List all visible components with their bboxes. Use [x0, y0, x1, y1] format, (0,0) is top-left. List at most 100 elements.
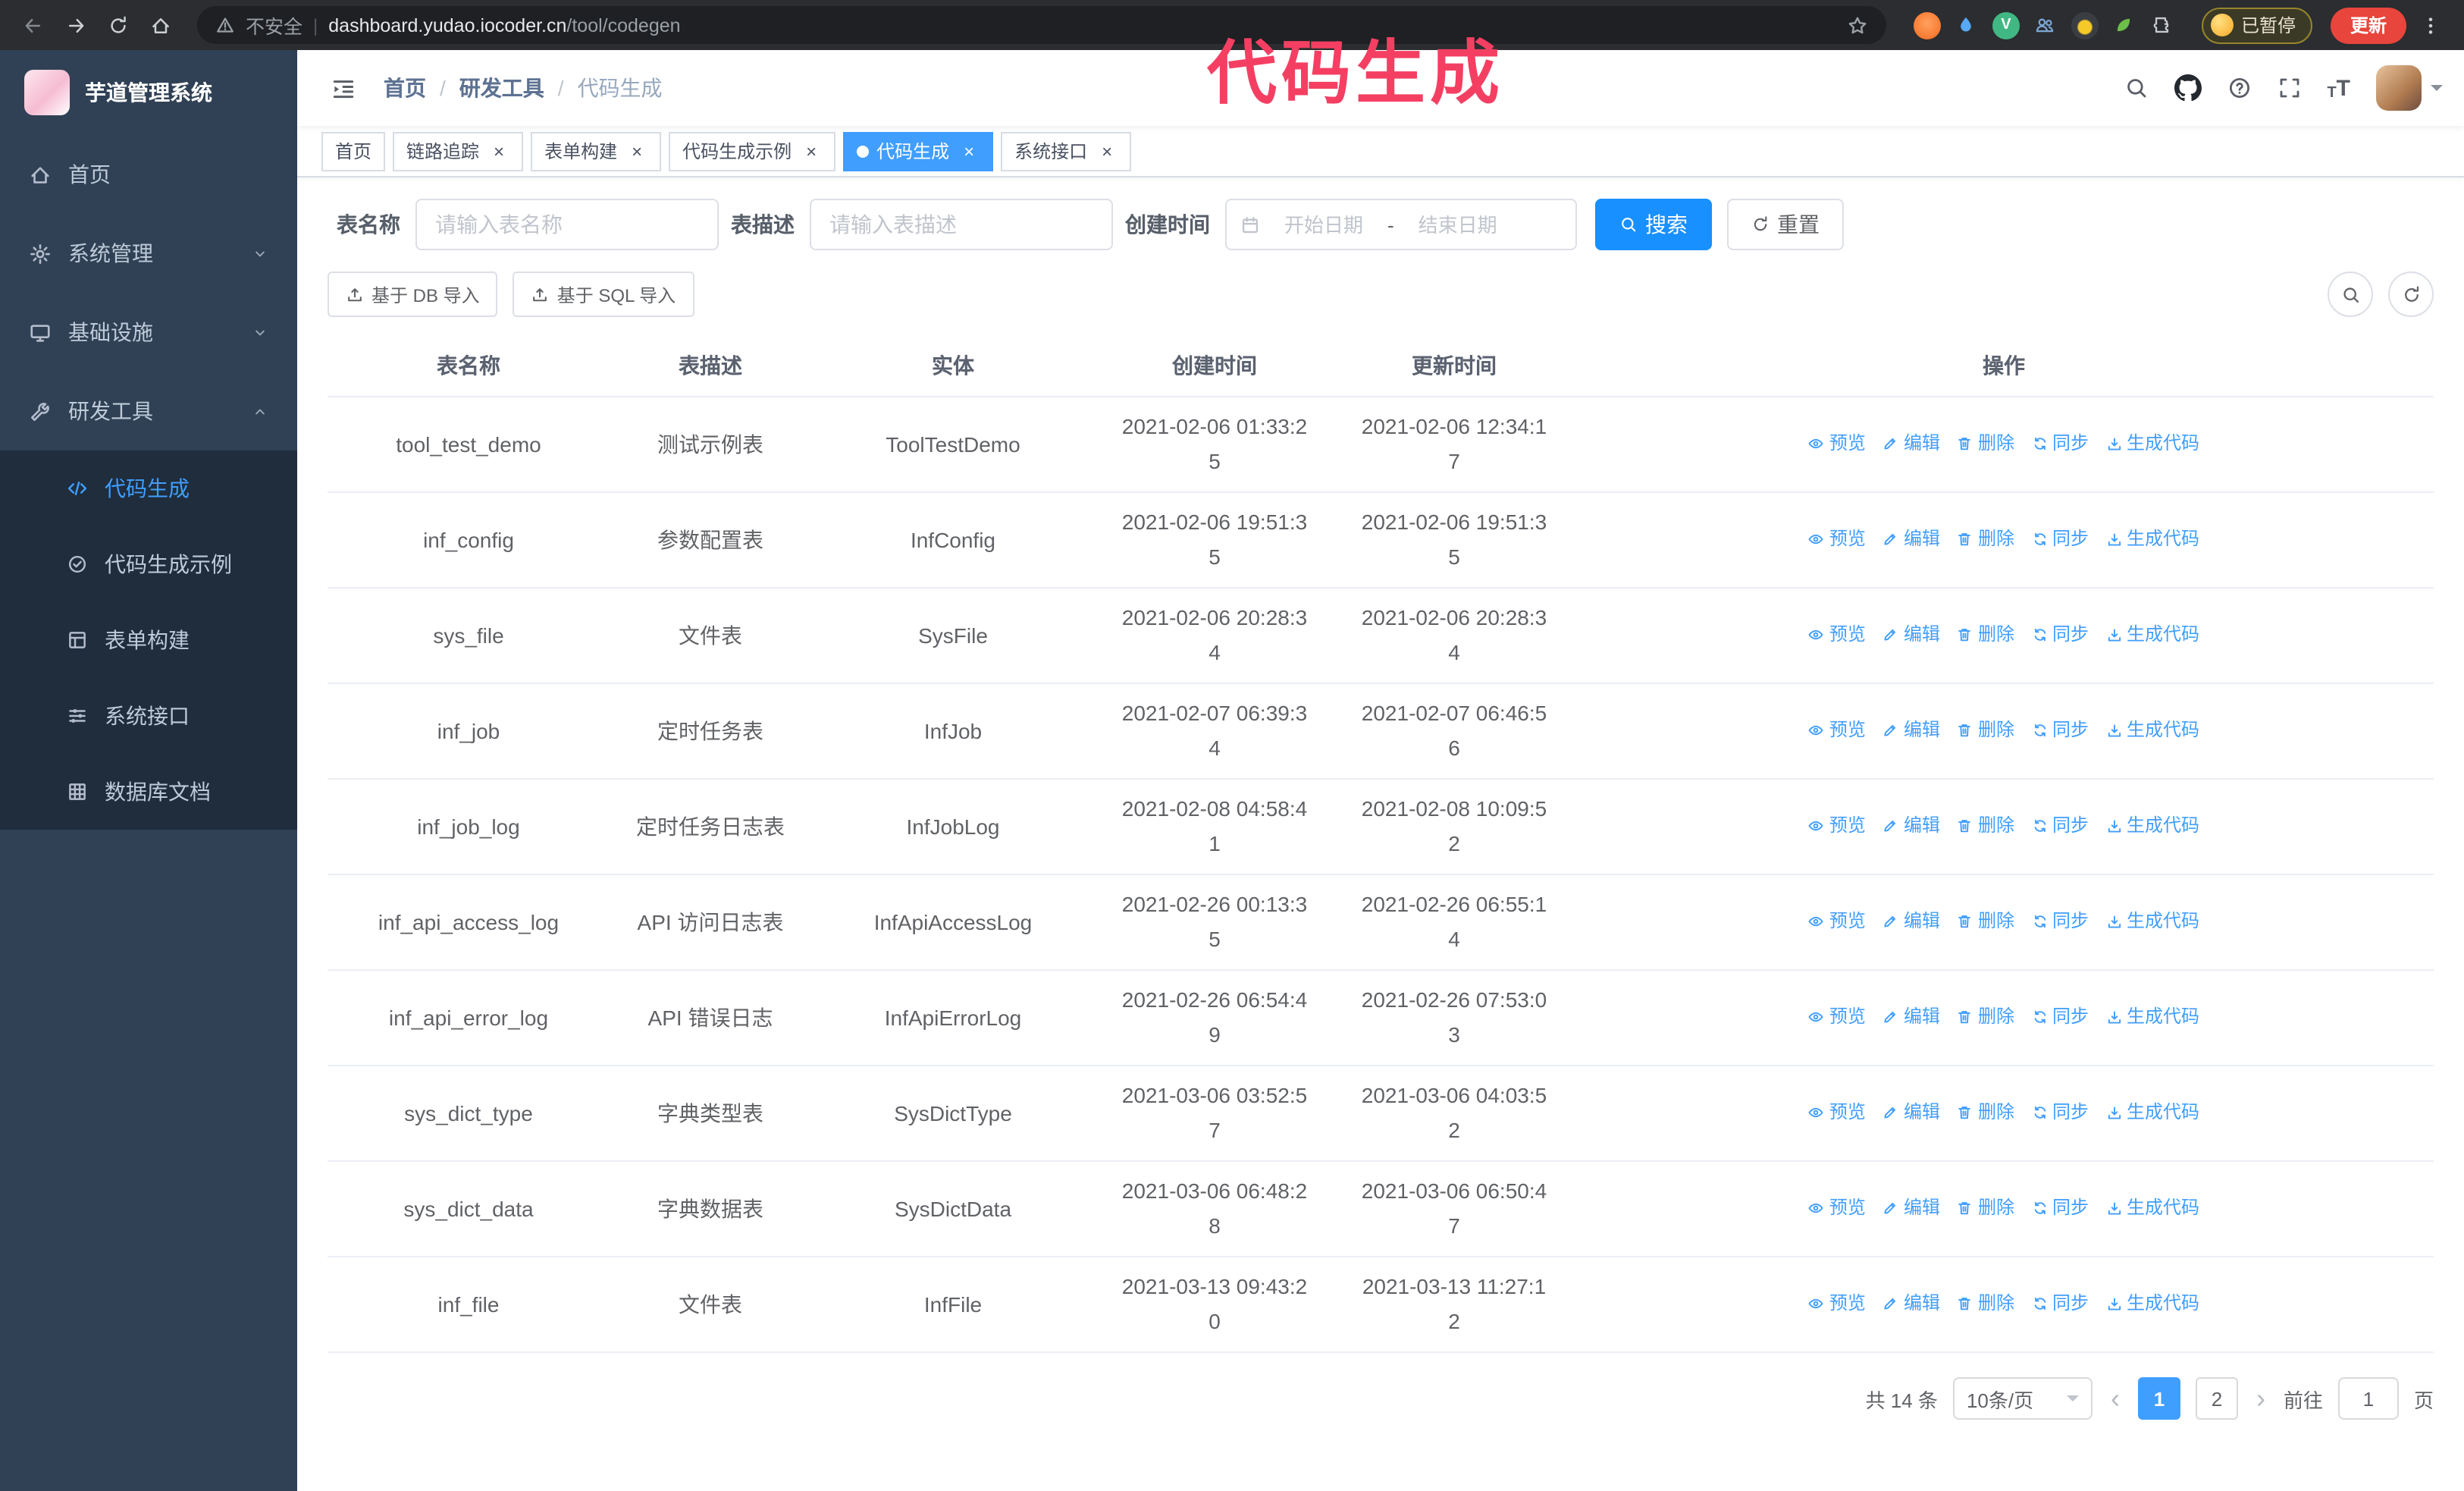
vue-devtools-icon[interactable]: V: [1992, 11, 2020, 39]
sync-link[interactable]: 同步: [2031, 617, 2089, 652]
generate-code-link[interactable]: 生成代码: [2105, 1000, 2199, 1034]
page-size-select[interactable]: 10条/页: [1952, 1377, 2093, 1420]
edit-link[interactable]: 编辑: [1882, 808, 1940, 843]
prev-page-button[interactable]: ‹: [2108, 1385, 2123, 1412]
tab-3[interactable]: 代码生成示例 ×: [669, 131, 836, 171]
import-sql-button[interactable]: 基于 SQL 导入: [513, 272, 694, 317]
browser-home-icon[interactable]: [143, 7, 179, 43]
goto-page-input[interactable]: [2337, 1377, 2399, 1420]
import-db-button[interactable]: 基于 DB 导入: [328, 272, 498, 317]
breadcrumb-item[interactable]: 研发工具: [459, 73, 544, 103]
tab-close-icon[interactable]: ×: [488, 140, 509, 162]
sidebar-item-codegen-example[interactable]: 代码生成示例: [0, 526, 297, 602]
sidebar-item-codegen[interactable]: 代码生成: [0, 450, 297, 526]
header-search-icon[interactable]: [2124, 76, 2148, 100]
sidebar-item-devtools[interactable]: 研发工具: [0, 372, 297, 450]
tab-2[interactable]: 表单构建 ×: [531, 131, 662, 171]
generate-code-link[interactable]: 生成代码: [2105, 1286, 2199, 1321]
preview-link[interactable]: 预览: [1808, 808, 1866, 843]
sync-link[interactable]: 同步: [2031, 1286, 2089, 1321]
generate-code-link[interactable]: 生成代码: [2105, 617, 2199, 652]
tab-close-icon[interactable]: ×: [626, 140, 647, 162]
end-date-input[interactable]: [1400, 213, 1516, 236]
sync-link[interactable]: 同步: [2031, 1095, 2089, 1130]
chrome-update-button[interactable]: 更新: [2330, 7, 2406, 43]
tab-close-icon[interactable]: ×: [1096, 140, 1118, 162]
address-bar[interactable]: 不安全 | dashboard.yudao.iocoder.cn/tool/co…: [197, 6, 1886, 44]
fullscreen-icon[interactable]: [2277, 76, 2301, 100]
generate-code-link[interactable]: 生成代码: [2105, 426, 2199, 461]
browser-reload-icon[interactable]: [100, 7, 136, 43]
edit-link[interactable]: 编辑: [1882, 1000, 1940, 1034]
sidebar-item-system-api[interactable]: 系统接口: [0, 678, 297, 754]
bookmark-star-icon[interactable]: [1847, 14, 1868, 36]
sync-link[interactable]: 同步: [2031, 904, 2089, 939]
sync-link[interactable]: 同步: [2031, 713, 2089, 748]
browser-menu-icon[interactable]: [2412, 7, 2449, 43]
preview-link[interactable]: 预览: [1808, 1095, 1866, 1130]
tab-4[interactable]: 代码生成 ×: [843, 131, 994, 171]
browser-back-icon[interactable]: [15, 7, 52, 43]
sidebar-item-form-builder[interactable]: 表单构建: [0, 602, 297, 678]
edit-link[interactable]: 编辑: [1882, 1095, 1940, 1130]
delete-link[interactable]: 删除: [1957, 426, 2014, 461]
delete-link[interactable]: 删除: [1957, 808, 2014, 843]
start-date-input[interactable]: [1266, 213, 1381, 236]
delete-link[interactable]: 删除: [1957, 1191, 2014, 1226]
preview-link[interactable]: 预览: [1808, 1286, 1866, 1321]
sync-link[interactable]: 同步: [2031, 1191, 2089, 1226]
tab-0[interactable]: 首页: [321, 131, 386, 171]
edit-link[interactable]: 编辑: [1882, 1286, 1940, 1321]
edit-link[interactable]: 编辑: [1882, 1191, 1940, 1226]
generate-code-link[interactable]: 生成代码: [2105, 1191, 2199, 1226]
table-desc-input[interactable]: [810, 199, 1113, 250]
page-button-2[interactable]: 2: [2195, 1377, 2238, 1420]
sync-link[interactable]: 同步: [2031, 808, 2089, 843]
breadcrumb-item[interactable]: 首页: [384, 73, 426, 103]
preview-link[interactable]: 预览: [1808, 713, 1866, 748]
sidebar-item-system[interactable]: 系统管理: [0, 214, 297, 293]
delete-link[interactable]: 删除: [1957, 617, 2014, 652]
edit-link[interactable]: 编辑: [1882, 904, 1940, 939]
tab-close-icon[interactable]: ×: [958, 140, 980, 162]
docs-help-icon[interactable]: [2227, 76, 2251, 100]
preview-link[interactable]: 预览: [1808, 522, 1866, 557]
preview-link[interactable]: 预览: [1808, 1191, 1866, 1226]
preview-link[interactable]: 预览: [1808, 617, 1866, 652]
user-avatar-menu[interactable]: [2376, 65, 2443, 111]
delete-link[interactable]: 删除: [1957, 522, 2014, 557]
generate-code-link[interactable]: 生成代码: [2105, 522, 2199, 557]
next-page-button[interactable]: ›: [2253, 1385, 2268, 1412]
delete-link[interactable]: 删除: [1957, 904, 2014, 939]
refresh-table-button[interactable]: [2388, 272, 2434, 317]
generate-code-link[interactable]: 生成代码: [2105, 713, 2199, 748]
edit-link[interactable]: 编辑: [1882, 617, 1940, 652]
sidebar-toggle-icon[interactable]: [318, 75, 368, 101]
dark-extension-icon[interactable]: [2071, 11, 2099, 39]
leaf-extension-icon[interactable]: [2111, 11, 2138, 39]
preview-link[interactable]: 预览: [1808, 1000, 1866, 1034]
edit-link[interactable]: 编辑: [1882, 713, 1940, 748]
sidebar-item-infra[interactable]: 基础设施: [0, 293, 297, 372]
preview-link[interactable]: 预览: [1808, 426, 1866, 461]
tab-1[interactable]: 链路追踪 ×: [393, 131, 524, 171]
contacts-extension-icon[interactable]: [2032, 11, 2059, 39]
delete-link[interactable]: 删除: [1957, 713, 2014, 748]
edit-link[interactable]: 编辑: [1882, 522, 1940, 557]
generate-code-link[interactable]: 生成代码: [2105, 1095, 2199, 1130]
preview-link[interactable]: 预览: [1808, 904, 1866, 939]
tab-close-icon[interactable]: ×: [801, 140, 822, 162]
browser-forward-icon[interactable]: [58, 7, 94, 43]
drop-extension-icon[interactable]: [1953, 11, 1980, 39]
extensions-puzzle-icon[interactable]: [2150, 11, 2177, 39]
delete-link[interactable]: 删除: [1957, 1286, 2014, 1321]
toggle-search-button[interactable]: [2328, 272, 2373, 317]
app-logo[interactable]: 芋道管理系统: [0, 50, 297, 135]
sidebar-item-db-doc[interactable]: 数据库文档: [0, 754, 297, 830]
sync-link[interactable]: 同步: [2031, 426, 2089, 461]
generate-code-link[interactable]: 生成代码: [2105, 904, 2199, 939]
page-button-1[interactable]: 1: [2137, 1377, 2180, 1420]
date-range-picker[interactable]: -: [1225, 199, 1577, 250]
tab-5[interactable]: 系统接口 ×: [1001, 131, 1132, 171]
github-icon[interactable]: [2174, 74, 2202, 102]
